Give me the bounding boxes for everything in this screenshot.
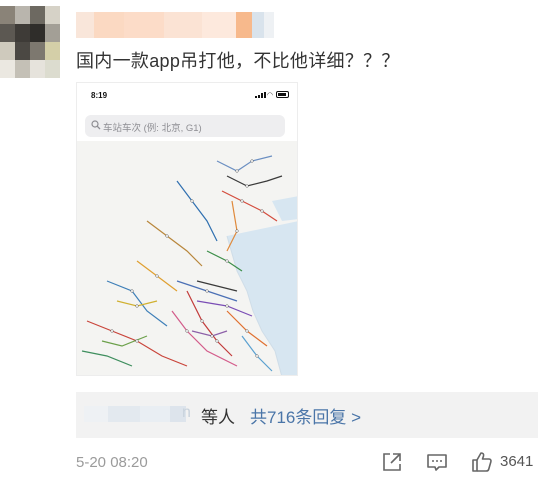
comment-timestamp: 5-20 08:20 — [76, 454, 148, 471]
railway-map[interactable] — [77, 141, 298, 376]
search-input[interactable]: 车站车次 (例: 北京, G1) — [85, 115, 285, 137]
comment-button[interactable] — [425, 450, 449, 474]
search-placeholder: 车站车次 (例: 北京, G1) — [103, 123, 202, 134]
replies-others-label: 等人 — [201, 408, 235, 427]
attached-screenshot[interactable]: 8:19 ◠ 车站车次 (例: 北京, G1) — [76, 82, 298, 376]
status-time: 8:19 — [91, 91, 108, 100]
username-blurred[interactable] — [76, 12, 274, 38]
wifi-icon: ◠ — [266, 92, 273, 99]
share-icon — [383, 453, 401, 471]
comment-text: 国内一款app吊打他，不比他详细？？？ — [76, 51, 400, 71]
replies-summary[interactable]: n 等人 共716条回复 > — [76, 392, 538, 438]
like-count: 3641 — [500, 453, 534, 470]
forward-button[interactable] — [380, 450, 404, 474]
signal-icon — [255, 92, 267, 98]
reply-username-blurred[interactable] — [84, 406, 186, 422]
view-all-replies-link[interactable]: 共716条回复 > — [250, 403, 361, 428]
avatar[interactable] — [0, 6, 60, 78]
battery-icon — [276, 91, 289, 98]
thumbs-up-icon — [472, 452, 492, 472]
reply-username-tail: n — [182, 404, 191, 421]
search-icon — [91, 120, 101, 130]
comment-icon — [427, 454, 447, 471]
status-bar: 8:19 ◠ — [77, 83, 297, 109]
like-button[interactable] — [470, 450, 494, 474]
